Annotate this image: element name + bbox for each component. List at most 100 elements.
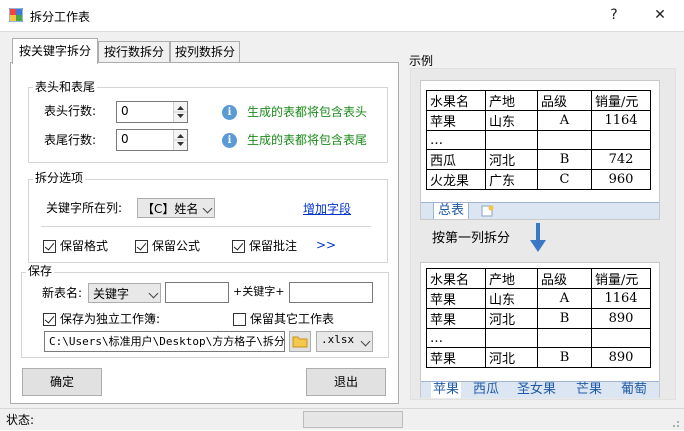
table-cell: … [426, 130, 486, 150]
keep-formula-label: 保留公式 [152, 239, 201, 253]
table-cell: 苹果 [426, 288, 486, 309]
table-row: 水果名 产地 品级 销量/元 [426, 268, 651, 289]
table-cell [591, 328, 651, 348]
table-cell: 1164 [591, 288, 651, 309]
split-by-first-column-text: 按第一列拆分 [432, 231, 511, 246]
table-cell [537, 328, 592, 348]
header-footer-group [28, 87, 388, 163]
sheet-tab: 苹果 [431, 382, 462, 398]
table-cell: 山东 [485, 288, 538, 309]
add-field-link[interactable]: 增加字段 [303, 200, 351, 217]
tab-by-keyword[interactable]: 按关键字拆分 [12, 38, 98, 64]
table-cell: A [537, 288, 592, 309]
table-cell: 苹果 [426, 347, 486, 368]
status-bar: 状态: [0, 408, 684, 430]
status-label: 状态: [6, 413, 35, 427]
app-icon [8, 7, 24, 23]
tab-by-columns[interactable]: 按列数拆分 [170, 41, 240, 63]
arrow-down-icon [530, 223, 546, 253]
head-rows-stepper[interactable]: 0 [116, 101, 188, 123]
tail-rows-spin-buttons[interactable] [173, 130, 187, 150]
ok-button[interactable]: 确定 [22, 368, 102, 396]
info-icon: i [222, 133, 237, 148]
key-column-select[interactable]: 【C】姓名 [137, 198, 215, 218]
table-row: … [426, 328, 651, 348]
split-options-group-title: 拆分选项 [33, 171, 86, 185]
table-cell: 苹果 [426, 308, 486, 329]
head-rows-info: 生成的表都将包含表头 [247, 105, 368, 119]
keep-format-checkbox[interactable] [43, 240, 56, 253]
name-middle-input[interactable] [165, 282, 229, 303]
tail-rows-value: 0 [121, 132, 129, 146]
sheet-tab: 芒果 [576, 382, 603, 397]
key-column-label: 关键字所在列: [46, 201, 123, 215]
table-cell [537, 130, 592, 150]
table-row: 苹果 河北 B 890 [426, 308, 651, 329]
progress-bar [303, 411, 403, 428]
extension-select[interactable]: .xlsx [316, 331, 373, 352]
table-row: 苹果 河北 B 890 [426, 347, 651, 368]
sheet-tab: 圣女果 [517, 382, 557, 397]
tail-rows-info: 生成的表都将包含表尾 [247, 133, 368, 147]
table-cell: 742 [591, 149, 651, 170]
table-row: 苹果 山东 A 1164 [426, 110, 651, 131]
table-row: 火龙果 广东 C 960 [426, 169, 651, 190]
exit-button[interactable]: 退出 [306, 368, 386, 396]
table-cell [485, 130, 538, 150]
new-name-label: 新表名: [42, 286, 83, 300]
sheet-tab-bar: 苹果 西瓜 圣女果 芒果 葡萄 [421, 381, 659, 398]
table-cell: A [537, 110, 592, 131]
browse-folder-button[interactable] [289, 331, 311, 352]
table-cell: 890 [591, 308, 651, 329]
tab-by-rows[interactable]: 按行数拆分 [98, 41, 170, 63]
resize-grip-icon[interactable] [670, 417, 680, 427]
table-header-cell: 产地 [485, 90, 538, 111]
table-header-cell: 产地 [485, 268, 538, 289]
table-cell [485, 328, 538, 348]
head-rows-spin-buttons[interactable] [173, 102, 187, 122]
tail-rows-label: 表尾行数: [44, 133, 97, 147]
sheet-tab: 西瓜 [473, 382, 500, 397]
new-sheet-icon [481, 205, 495, 217]
table-row: … [426, 130, 651, 150]
table-cell: 西瓜 [426, 149, 486, 170]
close-button[interactable]: ✕ [646, 4, 674, 26]
table-cell: B [537, 149, 592, 170]
key-column-value: 【C】姓名 [142, 202, 199, 216]
sheet-tab-bar: 总表 [421, 202, 659, 219]
keep-comment-checkbox[interactable] [232, 240, 245, 253]
table-cell: 河北 [485, 308, 538, 329]
keep-formula-checkbox[interactable] [135, 240, 148, 253]
table-row: 西瓜 河北 B 742 [426, 149, 651, 170]
save-path-input[interactable]: C:\Users\标准用户\Desktop\方方格子\拆分 [44, 331, 285, 352]
table-header-cell: 品级 [537, 90, 592, 111]
table-row: 苹果 山东 A 1164 [426, 288, 651, 309]
table-cell: 苹果 [426, 110, 486, 131]
more-options-button[interactable]: >> [316, 237, 336, 253]
table-cell: 960 [591, 169, 651, 190]
folder-icon [292, 336, 308, 348]
tab-panel: 表头和表尾 表头行数: 0 i 生成的表都将包含表头 表尾行数: 0 i 生成的… [10, 62, 399, 404]
name-suffix-input[interactable] [289, 282, 373, 303]
name-prefix-select[interactable]: 关键字 [88, 283, 161, 303]
table-header-cell: 品级 [537, 268, 592, 289]
table-header-cell: 销量/元 [591, 90, 651, 111]
save-workbook-checkbox[interactable] [43, 313, 56, 326]
table-cell: 火龙果 [426, 169, 486, 190]
table-row: 水果名 产地 品级 销量/元 [426, 90, 651, 111]
help-button[interactable]: ? [600, 4, 628, 26]
keep-other-sheets-checkbox[interactable] [233, 313, 246, 326]
divider [41, 226, 371, 227]
head-rows-value: 0 [121, 104, 129, 118]
example-label: 示例 [409, 54, 434, 68]
keep-format-label: 保留格式 [60, 239, 109, 253]
table-cell: 1164 [591, 110, 651, 131]
sheet-tab: 葡萄 [621, 382, 648, 397]
tail-rows-stepper[interactable]: 0 [116, 129, 188, 151]
info-icon: i [222, 105, 237, 120]
table-cell [591, 130, 651, 150]
header-footer-group-title: 表头和表尾 [33, 80, 98, 94]
example-table-top: 水果名 产地 品级 销量/元 苹果 山东 A 1164 … 西瓜 河北 B 74… [426, 90, 651, 190]
example-sheet-bottom: 水果名 产地 品级 销量/元 苹果 山东 A 1164 苹果 河北 B 890 … [420, 262, 660, 398]
table-cell: 890 [591, 347, 651, 368]
